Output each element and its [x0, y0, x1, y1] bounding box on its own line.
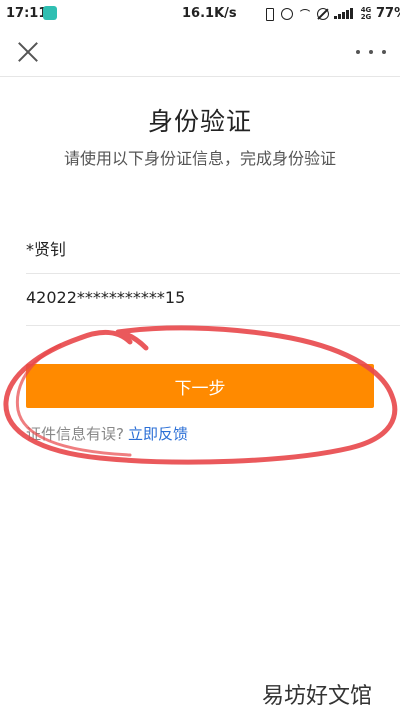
- page-subtitle: 请使用以下身份证信息，完成身份验证: [63, 149, 336, 168]
- vibrate-icon: [262, 7, 276, 21]
- close-icon[interactable]: [12, 36, 44, 68]
- signal-icon: [334, 7, 356, 21]
- battery-percent: 77%: [376, 6, 400, 21]
- status-bar: 17:11 16.1K/s 4G 2G 77%: [0, 0, 400, 28]
- name-field: *贤钊: [26, 222, 400, 274]
- next-step-button[interactable]: 下一步: [26, 364, 374, 408]
- more-icon[interactable]: [356, 44, 386, 60]
- network-speed: 16.1K/s: [182, 6, 237, 21]
- feedback-link[interactable]: 立即反馈: [128, 425, 188, 443]
- error-hint: 证件信息有误? 立即反馈: [26, 423, 188, 444]
- id-number-field: 42022***********15: [26, 274, 400, 326]
- watermark: 易坊好文馆: [257, 678, 376, 710]
- alarm-icon: [280, 7, 294, 21]
- wifi-icon: [298, 7, 312, 21]
- page-title: 身份验证: [147, 107, 252, 136]
- network-type-bottom: 2G: [360, 12, 372, 21]
- nav-bar: [0, 28, 400, 77]
- network-type: 4G 2G: [360, 6, 372, 21]
- error-hint-text: 证件信息有误?: [26, 425, 124, 443]
- status-icons: 4G 2G 77%: [262, 6, 400, 21]
- do-not-disturb-icon: [316, 7, 330, 21]
- id-number-value: 42022***********15: [26, 288, 186, 307]
- app-notification-icon: [43, 6, 57, 20]
- screen: 17:11 16.1K/s 4G 2G 77%: [0, 0, 400, 720]
- status-time: 17:11: [6, 6, 48, 21]
- name-value: *贤钊: [26, 240, 67, 259]
